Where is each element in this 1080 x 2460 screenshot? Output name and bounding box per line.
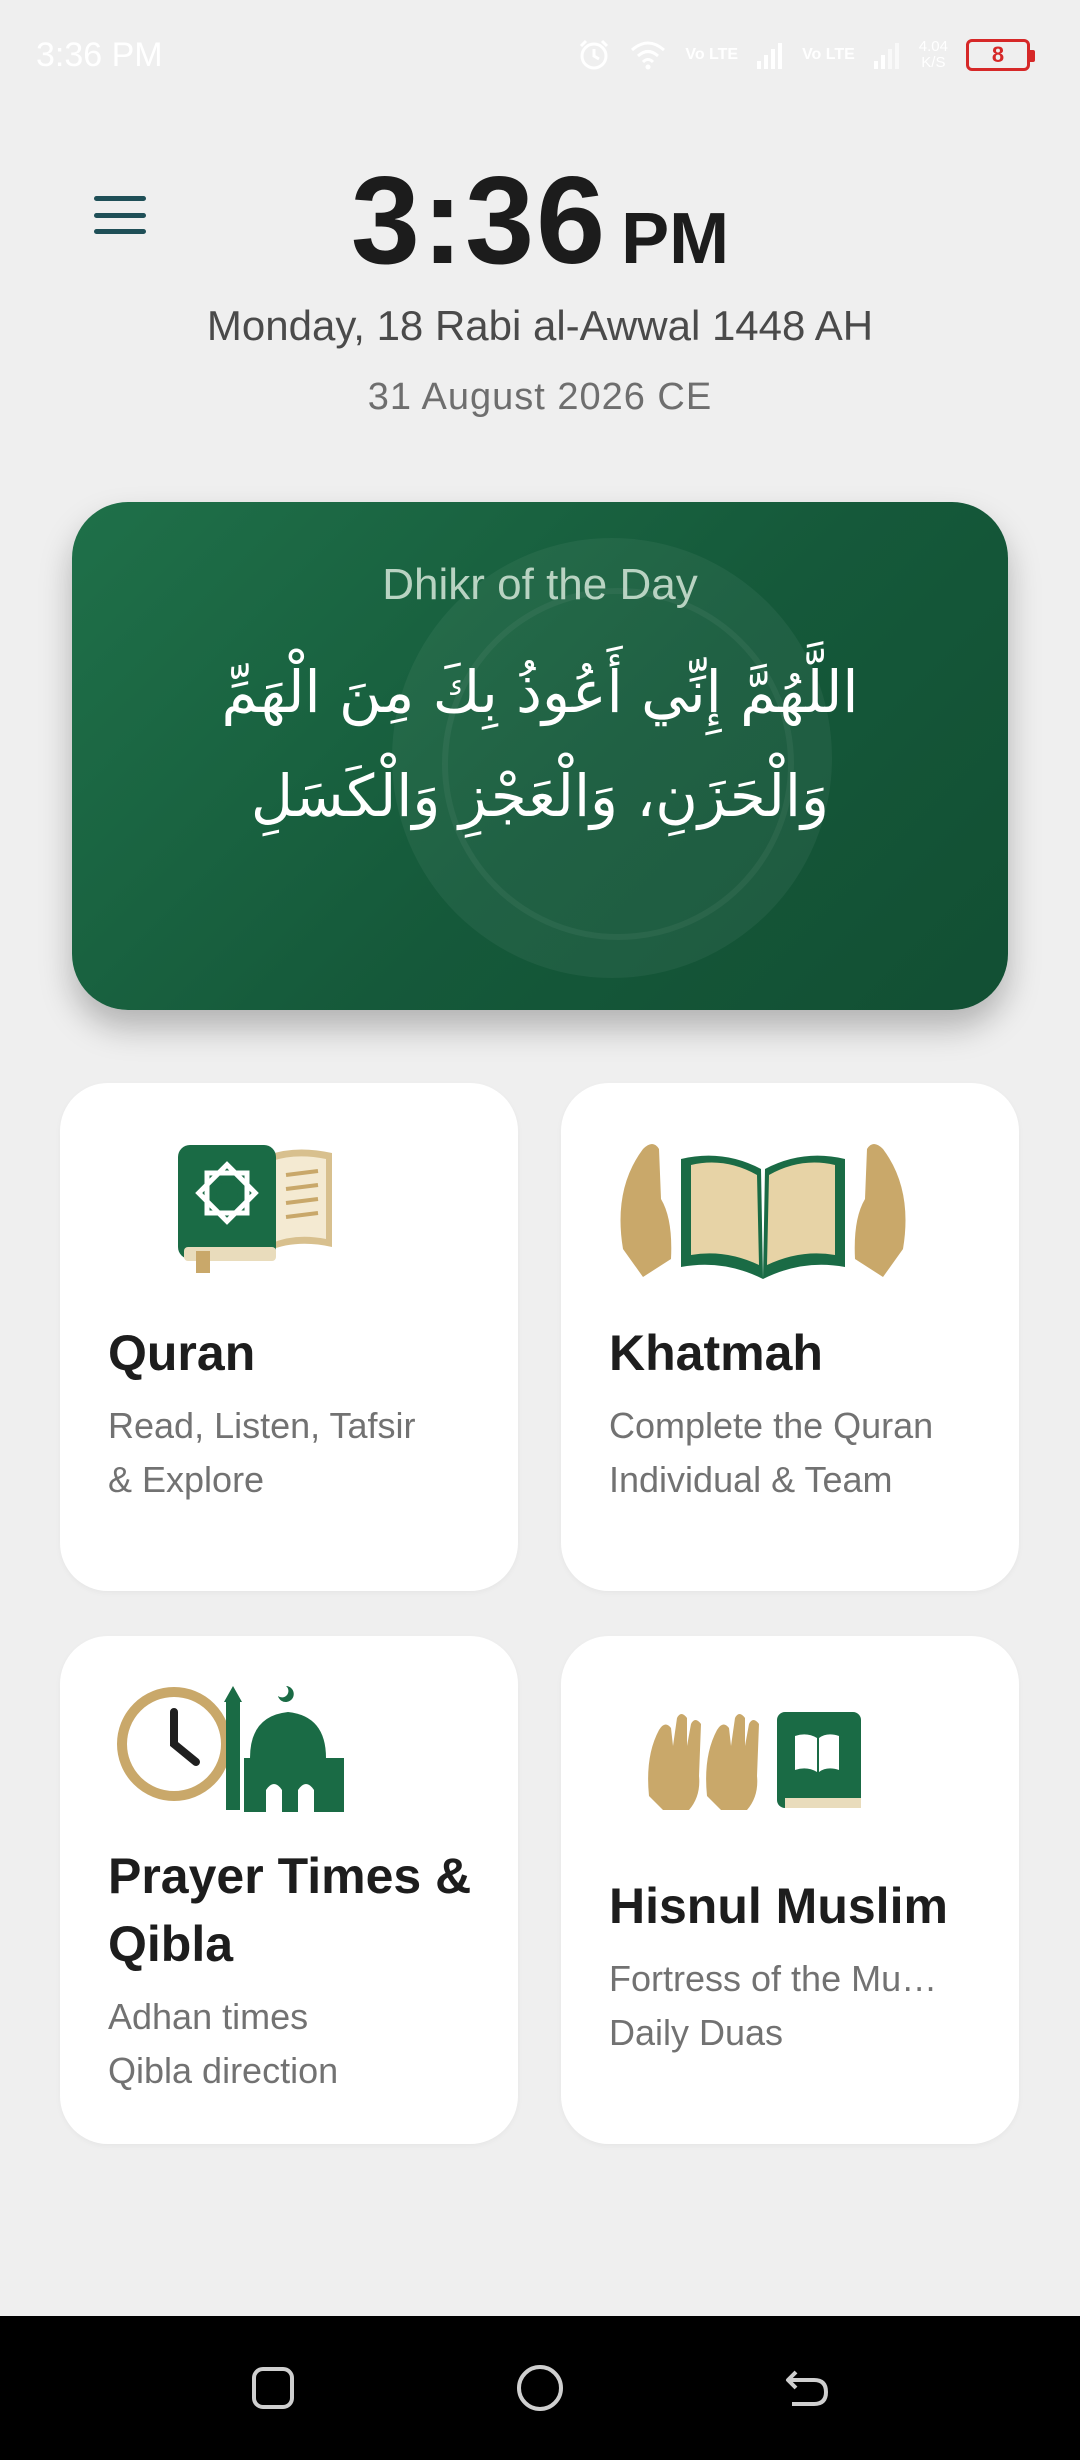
status-icons: Vo LTE Vo LTE 4.04 K/S 8 [577, 38, 1035, 72]
khatmah-subtitle-line1: Complete the Quran [609, 1405, 934, 1446]
prayer-times-qibla-card[interactable]: Prayer Times & Qibla Adhan times Qibla d… [60, 1636, 518, 2144]
back-arrow-icon[interactable] [777, 2358, 837, 2418]
network-speed: 4.04 K/S [919, 39, 948, 71]
network-speed-unit: K/S [921, 54, 946, 71]
prayer-title-line1: Prayer Times & [108, 1848, 472, 1904]
hisnul-subtitle-line2: Daily Duas [609, 2012, 784, 2053]
praying-hands-book-icon [645, 1706, 865, 1821]
quran-subtitle-line1: Read, Listen, Tafsir [108, 1405, 416, 1446]
hisnul-subtitle-line1: Fortress of the Mu… [609, 1958, 938, 1999]
system-navigation-bar [0, 2316, 1080, 2460]
wifi-icon [629, 40, 667, 70]
clock-ampm: PM [621, 199, 730, 279]
open-quran-hands-icon [613, 1129, 913, 1284]
home-screen: 3:36 PM Vo LTE Vo LTE 4.04 K/S 8 3:36 PM… [0, 0, 1080, 2460]
quran-subtitle-line2: & Explore [108, 1459, 265, 1500]
dhikr-title: Dhikr of the Day [382, 560, 698, 609]
prayer-subtitle-line2: Qibla direction [108, 2050, 339, 2091]
hisnul-title: Hisnul Muslim [609, 1878, 948, 1934]
khatmah-card[interactable]: Khatmah Complete the Quran Individual & … [561, 1083, 1019, 1591]
dhikr-text: اللَّهُمَّ إِنِّي أَعُوذُ بِكَ مِنَ الْه… [221, 658, 859, 830]
volte-badge-1: Vo LTE [685, 46, 739, 63]
clock-mosque-icon [116, 1682, 346, 1817]
battery-level: 8 [991, 42, 1005, 67]
battery-icon: 8 [966, 39, 1035, 71]
prayer-title-line2: Qibla [108, 1916, 234, 1972]
volte-badge-2: Vo LTE [802, 46, 855, 63]
status-time: 3:36 PM [36, 35, 163, 74]
quran-card[interactable]: Quran Read, Listen, Tafsir & Explore [60, 1083, 518, 1591]
khatmah-title: Khatmah [609, 1325, 823, 1381]
recents-square-icon[interactable] [243, 2358, 303, 2418]
gregorian-date: 31 August 2026 CE [367, 376, 713, 418]
quran-title: Quran [108, 1325, 256, 1381]
khatmah-subtitle-line2: Individual & Team [609, 1459, 893, 1500]
status-bar: 3:36 PM Vo LTE Vo LTE 4.04 K/S 8 [0, 0, 1080, 110]
home-circle-icon[interactable] [510, 2358, 570, 2418]
alarm-icon [577, 38, 611, 72]
clock: 3:36 PM [0, 150, 1080, 292]
quran-book-icon [176, 1135, 340, 1280]
prayer-subtitle-line1: Adhan times [108, 1996, 309, 2037]
clock-time: 3:36 [350, 152, 608, 290]
hijri-date: Monday, 18 Rabi al-Awwal 1448 AH [206, 302, 874, 349]
network-speed-value: 4.04 [918, 38, 948, 55]
hisnul-muslim-card[interactable]: Hisnul Muslim Fortress of the Mu… Daily … [561, 1636, 1019, 2144]
dhikr-of-the-day-card[interactable]: Dhikr of the Day اللَّهُمَّ إِنِّي أَعُو… [72, 502, 1008, 1010]
signal-icon [756, 41, 784, 69]
signal-icon [873, 41, 901, 69]
